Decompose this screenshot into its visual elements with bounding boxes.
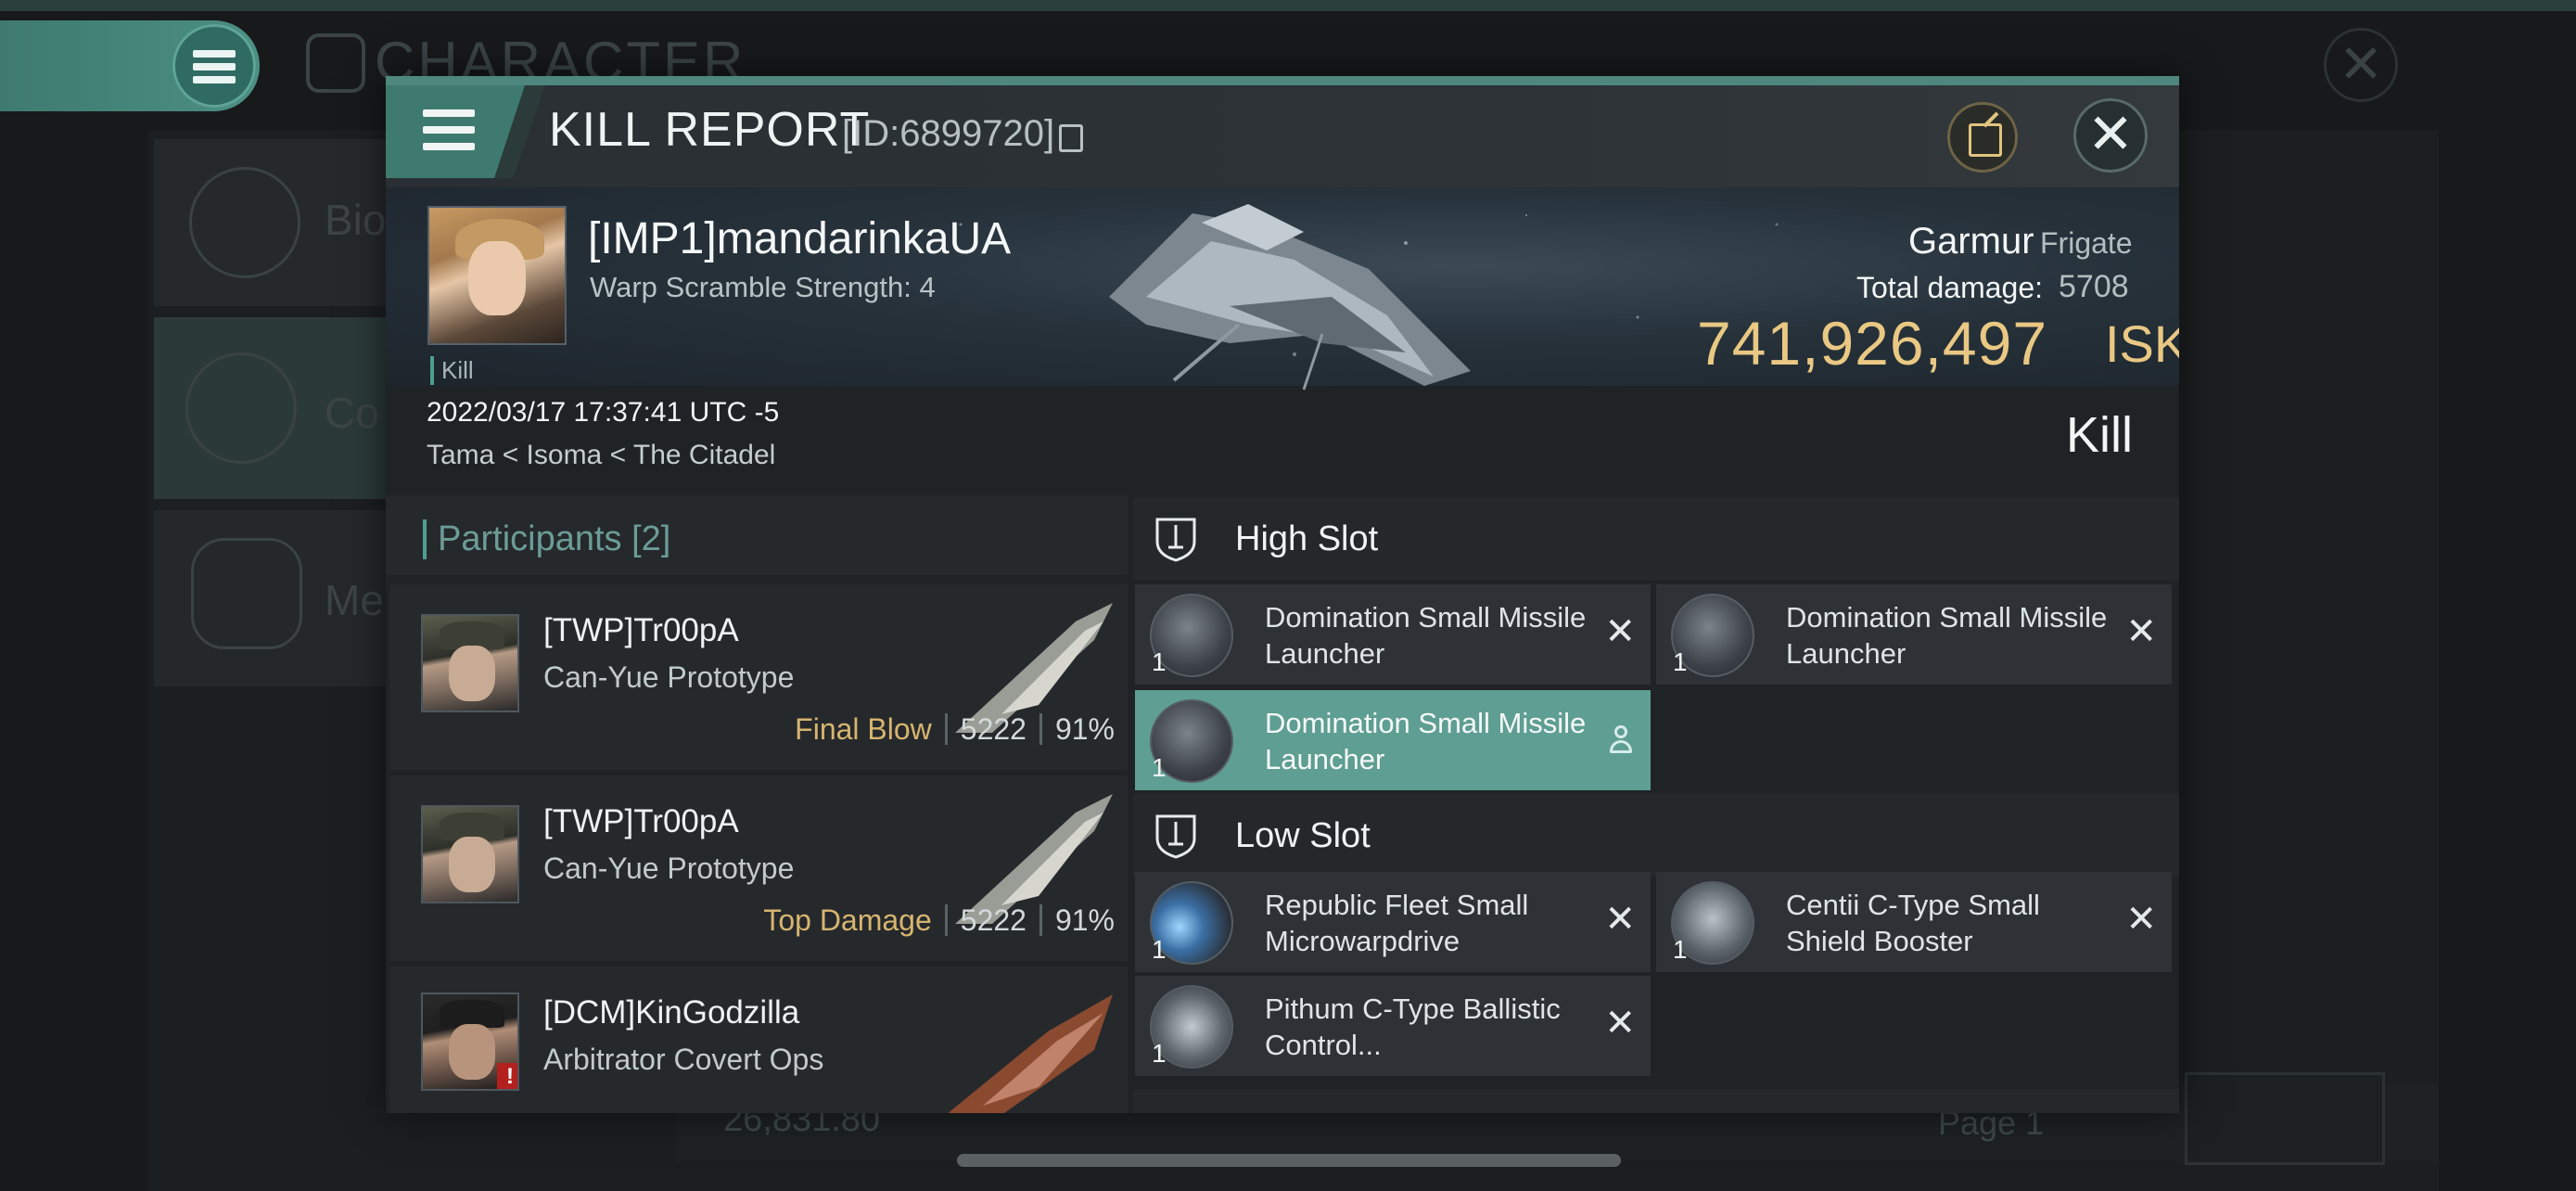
module-item[interactable]: 1 Domination Small Missile Launcher ✕ (1135, 584, 1651, 685)
module-name: Domination Small Missile Launcher (1265, 601, 1587, 670)
home-indicator[interactable] (957, 1154, 1621, 1167)
participant-portrait (421, 614, 519, 712)
participant-row[interactable]: ! [DCM]KinGodzilla Arbitrator Covert Ops (389, 967, 1128, 1113)
module-name: Pithum C-Type Ballistic Control... (1265, 992, 1561, 1061)
star-badge-icon (191, 538, 302, 649)
module-name: Domination Small Missile Launcher (1786, 601, 2108, 670)
participant-portrait (421, 805, 519, 903)
participant-name: [TWP]Tr00pA (543, 612, 739, 648)
participant-ship-image (948, 994, 1113, 1113)
warp-scramble-strength: Warp Scramble Strength: 4 (590, 271, 936, 303)
participant-ship: Arbitrator Covert Ops (543, 1043, 824, 1076)
share-icon (1969, 123, 2002, 157)
portrait-face (468, 241, 526, 315)
participant-percent: 91% (1054, 712, 1115, 746)
participant-portrait: ! (421, 992, 519, 1091)
kill-report-modal: KILL REPORT [ID:6899720] ✕ [IMP1]mandari… (386, 76, 2179, 1113)
mid-slot-header (1133, 1089, 2179, 1113)
dropped-person-icon (1610, 725, 1632, 759)
low-slot-icon (1155, 814, 1196, 859)
low-slot-header: Low Slot (1133, 794, 2179, 877)
sidebar-item-label: Co (325, 389, 379, 437)
result-label: Kill (2066, 407, 2134, 463)
participants-count: [2] (631, 519, 671, 558)
list-icon (189, 167, 300, 278)
kill-id: [ID:6899720] (842, 113, 1055, 154)
high-slot-header: High Slot (1133, 497, 2179, 581)
copy-icon[interactable] (1059, 124, 1083, 152)
victim-ship-name[interactable]: Garmur (1908, 221, 2034, 263)
participant-stats: Final Blow 5222 91% (795, 712, 1115, 747)
hamburger-icon (172, 24, 256, 108)
module-item[interactable]: 1 Domination Small Missile Launcher (1135, 690, 1651, 790)
participant-percent: 91% (1054, 903, 1115, 937)
sidebar-item-label: Me (325, 576, 384, 624)
participant-stats: Top Damage 5222 91% (763, 903, 1115, 938)
module-name: Centii C-Type Small Shield Booster (1786, 889, 2040, 957)
module-item[interactable]: 1 Republic Fleet Small Microwarpdrive ✕ (1135, 872, 1651, 972)
module-name: Republic Fleet Small Microwarpdrive (1265, 889, 1529, 957)
close-button[interactable]: ✕ (2073, 98, 2148, 173)
participant-damage: 5222 (960, 903, 1027, 937)
top-damage-tag: Top Damage (763, 903, 932, 937)
kill-location[interactable]: Tama < Isoma < The Citadel (427, 440, 775, 471)
crossed-swords-icon (185, 352, 297, 464)
module-quantity: 1 (1152, 1039, 1167, 1068)
total-damage-value: 5708 (2059, 269, 2129, 304)
isk-value: 741,926,497 (1697, 309, 2048, 378)
isk-unit: ISK (2105, 314, 2179, 373)
destroyed-icon: ✕ (1604, 611, 1636, 652)
destroyed-icon: ✕ (1604, 899, 1636, 940)
warning-icon: ! (497, 1063, 517, 1089)
character-menu-button[interactable] (0, 20, 260, 111)
module-quantity: 1 (1152, 647, 1167, 676)
module-name: Domination Small Missile Launcher (1265, 707, 1587, 775)
filter-button[interactable] (2185, 1072, 2385, 1165)
kill-timestamp: 2022/03/17 17:37:41 UTC -5 (427, 397, 780, 428)
victim-ship-image[interactable] (1090, 195, 1489, 395)
background-top-line (0, 0, 2576, 11)
final-blow-tag: Final Blow (795, 712, 932, 746)
module-quantity: 1 (1673, 647, 1688, 676)
high-slot-title: High Slot (1235, 519, 1379, 558)
victim-name[interactable]: [IMP1]mandarinkaUA (588, 213, 1011, 264)
module-quantity: 1 (1152, 935, 1167, 964)
victim-portrait[interactable] (427, 206, 567, 345)
participant-ship: Can-Yue Prototype (543, 852, 795, 885)
total-damage-label: Total damage: (1856, 271, 2044, 304)
participant-ship: Can-Yue Prototype (543, 660, 795, 694)
participant-row[interactable]: [TWP]Tr00pA Can-Yue Prototype Final Blow… (389, 584, 1128, 770)
participants-label: Participants (438, 519, 622, 558)
modal-accent-bar (386, 76, 2179, 85)
participants-title[interactable]: Participants [2] (423, 519, 670, 559)
destroyed-icon: ✕ (2125, 611, 2157, 652)
sidebar-item-label: Bio (325, 196, 387, 244)
character-close-icon[interactable]: ✕ (2324, 28, 2398, 102)
participant-damage: 5222 (960, 712, 1027, 746)
victim-ship-class: Frigate (2040, 226, 2133, 260)
module-item[interactable]: 1 Domination Small Missile Launcher ✕ (1656, 584, 2172, 685)
module-quantity: 1 (1152, 753, 1167, 782)
destroyed-icon: ✕ (2125, 899, 2157, 940)
module-item[interactable]: 1 Centii C-Type Small Shield Booster ✕ (1656, 872, 2172, 972)
participant-row[interactable]: [TWP]Tr00pA Can-Yue Prototype Top Damage… (389, 775, 1128, 961)
destroyed-icon: ✕ (1604, 1003, 1636, 1044)
participant-name: [DCM]KinGodzilla (543, 994, 800, 1031)
high-slot-icon (1155, 518, 1196, 562)
module-item[interactable]: 1 Pithum C-Type Ballistic Control... ✕ (1135, 976, 1651, 1076)
participant-name: [TWP]Tr00pA (543, 803, 739, 839)
share-button[interactable] (1947, 102, 2018, 173)
hamburger-icon (423, 109, 475, 117)
modal-title: KILL REPORT (549, 103, 871, 157)
module-quantity: 1 (1673, 935, 1688, 964)
kill-tag: Kill (430, 356, 474, 385)
character-icon (306, 33, 365, 93)
low-slot-title: Low Slot (1235, 816, 1371, 855)
